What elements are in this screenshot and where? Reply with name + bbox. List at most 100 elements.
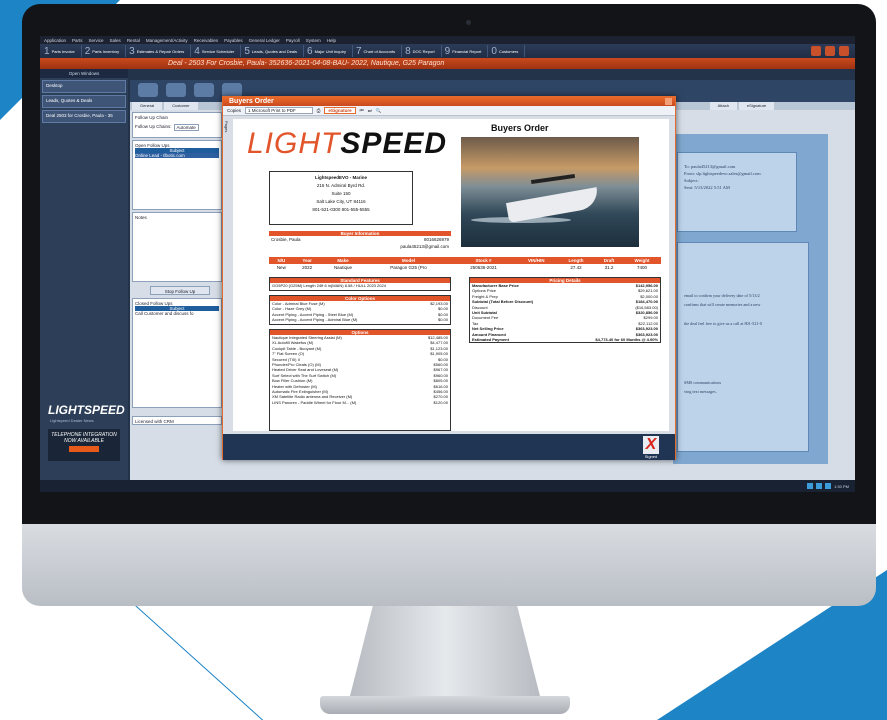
promo-button[interactable] bbox=[69, 446, 99, 452]
vehicle-cell bbox=[516, 264, 557, 271]
follow-up-chain-label: Follow Up Chain bbox=[135, 115, 169, 120]
shortcut-button[interactable]: 4 Service Scheduler bbox=[194, 45, 242, 57]
tray-icon[interactable] bbox=[825, 483, 832, 489]
stop-follow-up-button[interactable]: Stop Follow Up bbox=[150, 286, 210, 295]
window-tab-deal[interactable]: Deal 2503 for Crosbie, Paula - 35 bbox=[42, 110, 126, 123]
logo-speed: SPEED bbox=[340, 127, 448, 160]
shortcut-label: Customers bbox=[498, 48, 519, 54]
vehicle-cell: 31.2 bbox=[604, 265, 614, 270]
shortcut-button[interactable]: 2 Parts Inventory bbox=[84, 45, 127, 57]
shortcut-button[interactable]: 0 Customers bbox=[491, 45, 526, 57]
email-card[interactable]: To: paula45213@gmail.com From: slp.light… bbox=[677, 152, 797, 232]
menu-item[interactable]: Service bbox=[89, 38, 104, 43]
esignature-button[interactable]: eSignature bbox=[324, 107, 356, 114]
dialog-title-text: Buyers Order bbox=[229, 98, 274, 105]
monitor-chin bbox=[22, 524, 876, 606]
shortcut-label: Estimates & Repair Orders bbox=[136, 48, 185, 54]
next-page-icon[interactable]: ⏭ bbox=[368, 108, 372, 113]
minimize-icon[interactable] bbox=[811, 46, 821, 56]
shortcut-number: 0 bbox=[491, 45, 497, 57]
shortcut-number: 3 bbox=[129, 45, 135, 57]
esignature-pane: To: paula45213@gmail.com From: slp.light… bbox=[673, 134, 828, 464]
open-follow-ups-panel: Open Follow Ups Subject Online Lead - tl… bbox=[132, 140, 222, 210]
email-line: the deal feel free to give us a call at … bbox=[684, 321, 762, 326]
document-icon[interactable] bbox=[222, 83, 242, 97]
shortcut-button[interactable]: 6 Major Unit Inquiry bbox=[307, 45, 353, 57]
open-follow-up-item[interactable]: Online Lead - tlbotic.com bbox=[135, 153, 219, 158]
menu-item[interactable]: Management/Activity bbox=[146, 38, 188, 43]
menu-item[interactable]: Rental bbox=[127, 38, 140, 43]
close-icon[interactable] bbox=[665, 98, 672, 105]
menu-item[interactable]: System bbox=[306, 38, 321, 43]
follow-up-chains-select[interactable]: Automate bbox=[173, 124, 199, 131]
volume-icon[interactable] bbox=[816, 483, 823, 489]
closed-follow-up-item[interactable]: Call Customer and discuss fo bbox=[135, 311, 219, 316]
menu-item[interactable]: Parts bbox=[72, 38, 83, 43]
tab-customer[interactable]: Customer bbox=[164, 102, 198, 110]
vehicle-cell: 2022 bbox=[302, 265, 313, 270]
shortcut-label: Parts Inventory bbox=[92, 48, 120, 54]
settings-icon[interactable] bbox=[825, 46, 835, 56]
shortcut-button[interactable]: 1 Parts Invoice bbox=[44, 45, 82, 57]
printer-select[interactable]: 1 Microsoft Print to PDF bbox=[245, 107, 313, 114]
closed-follow-ups-panel: Closed Follow Ups Subject Call Customer … bbox=[132, 298, 222, 408]
menu-item[interactable]: Help bbox=[327, 38, 336, 43]
dealer-line: LightspeedEVO - Marine bbox=[314, 175, 367, 180]
menu-item[interactable]: Payables bbox=[224, 38, 243, 43]
refresh-icon[interactable] bbox=[138, 83, 158, 97]
copies-label: Copies bbox=[227, 108, 242, 113]
tab-general[interactable]: General bbox=[132, 102, 163, 110]
shortcut-label: Major Unit Inquiry bbox=[314, 48, 346, 54]
standard-features: Standard Features GG5P20 (G25M) Length 2… bbox=[269, 277, 451, 291]
signed-x-icon[interactable]: X bbox=[643, 436, 659, 454]
delete-icon[interactable] bbox=[166, 83, 186, 97]
zoom-icon[interactable]: 🔍 bbox=[376, 108, 382, 114]
shortcut-button[interactable]: 8 DOC Report bbox=[405, 45, 442, 57]
tab-esignature[interactable]: eSignature bbox=[738, 102, 775, 110]
vehicle-cell: 250636-2021 bbox=[470, 265, 497, 270]
dealer-line: Suite 150 bbox=[331, 191, 351, 196]
shortcut-button[interactable]: 9 Financial Report bbox=[445, 45, 489, 57]
vehicle-cell: Nautique bbox=[333, 265, 352, 270]
pricing-details: Pricing Details Manufacturer Base Price $… bbox=[469, 277, 661, 343]
shortcut-number: 2 bbox=[84, 45, 91, 57]
dealer-line: 801-521-0300 801-555-5555 bbox=[312, 207, 370, 212]
help-icon[interactable] bbox=[839, 46, 849, 56]
line-item-name: Estimated Payment bbox=[472, 337, 509, 343]
email-line: email to confirm your delivery date of 5… bbox=[684, 293, 760, 298]
menu-item[interactable]: Receivables bbox=[194, 38, 219, 43]
shortcut-label: Chart of Accounts bbox=[363, 48, 396, 54]
line-item: Estimated Payment $4,773.40 for 60 Months… bbox=[470, 337, 660, 342]
menu-item[interactable]: Application bbox=[44, 38, 66, 43]
buyers-order-dialog: Buyers Order Copies 1 Microsoft Print to… bbox=[222, 96, 676, 460]
email-body-card[interactable]: email to confirm your delivery date of 5… bbox=[677, 242, 809, 452]
standard-features-text: GG5P20 (G25M) Length 24ft 6 in(MAIN) 8.5… bbox=[272, 283, 386, 288]
shortcut-number: 6 bbox=[307, 45, 313, 57]
vehicle-column-header: Length bbox=[556, 257, 596, 264]
print-toolbar: Copies 1 Microsoft Print to PDF ⎙ eSigna… bbox=[223, 106, 675, 116]
shortcut-label: DOC Report bbox=[412, 48, 435, 54]
promo-text: TELEPHONE INTEGRATION NOW AVAILABLE bbox=[51, 432, 117, 444]
shortcut-button[interactable]: 5 Leads, Quotes and Deals bbox=[244, 45, 305, 57]
print-icon[interactable]: ⎙ bbox=[317, 108, 321, 113]
shortcut-number: 1 bbox=[44, 45, 50, 57]
menu-item[interactable]: Payroll bbox=[286, 38, 300, 43]
buyer-email: paula45213@gmail.com bbox=[400, 244, 449, 249]
edit-icon[interactable] bbox=[194, 83, 214, 97]
menu-item[interactable]: General Ledger bbox=[249, 38, 280, 43]
telephone-promo[interactable]: TELEPHONE INTEGRATION NOW AVAILABLE bbox=[48, 429, 120, 461]
shortcut-label: Financial Report bbox=[452, 48, 482, 54]
vehicle-cell: 27.42 bbox=[570, 265, 582, 270]
first-page-icon[interactable]: ⏮ bbox=[360, 108, 364, 113]
menu-bar: Application Parts Service Sales Rental Manage… bbox=[40, 36, 855, 44]
window-tab-desktop[interactable]: Desktop bbox=[42, 80, 126, 93]
boat-tower bbox=[530, 173, 576, 185]
line-item-price: $0.00 bbox=[437, 317, 448, 323]
shortcut-button[interactable]: 3 Estimates & Repair Orders bbox=[129, 45, 192, 57]
menu-item[interactable]: Sales bbox=[110, 38, 121, 43]
shortcut-button[interactable]: 7 Chart of Accounts bbox=[356, 45, 403, 57]
signed-control[interactable]: X Signed bbox=[643, 436, 659, 459]
window-tab-leads[interactable]: Leads, Quotes & Deals bbox=[42, 95, 126, 108]
network-icon[interactable] bbox=[807, 483, 814, 489]
tab-attach[interactable]: Attach bbox=[709, 102, 737, 110]
